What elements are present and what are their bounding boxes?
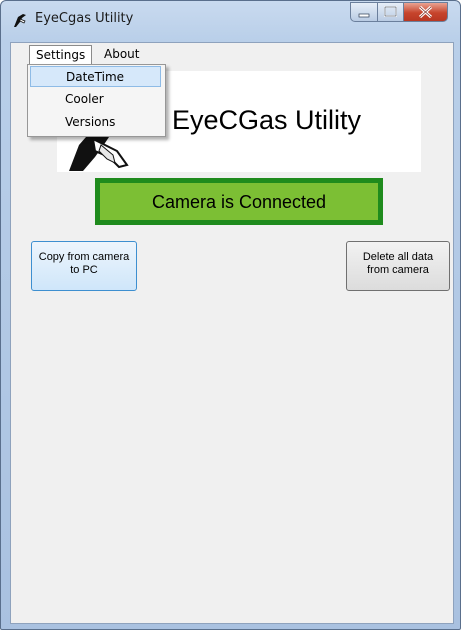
maximize-button[interactable] bbox=[377, 2, 404, 22]
camera-status-indicator: Camera is Connected bbox=[95, 178, 383, 225]
camera-status-text: Camera is Connected bbox=[151, 192, 327, 212]
delete-button-line2: from camera bbox=[367, 264, 429, 276]
window-title: EyeCgas Utility bbox=[35, 11, 134, 26]
copy-from-camera-button[interactable]: Copy from camera to PC bbox=[31, 241, 137, 291]
copy-button-line2: to PC bbox=[70, 264, 98, 276]
menu-settings[interactable]: Settings bbox=[29, 45, 93, 64]
menu-about[interactable]: About bbox=[98, 45, 145, 63]
menu-item-datetime[interactable]: DateTime bbox=[30, 66, 161, 87]
delete-button-line1: Delete all data bbox=[362, 251, 434, 263]
menu-item-cooler-label: Cooler bbox=[65, 92, 104, 106]
settings-dropdown-menu: DateTime Cooler Versions bbox=[27, 64, 166, 137]
menu-item-versions[interactable]: Versions bbox=[30, 112, 161, 133]
menu-item-cooler[interactable]: Cooler bbox=[30, 89, 161, 110]
minimize-button[interactable] bbox=[350, 2, 378, 22]
menu-item-datetime-label: DateTime bbox=[66, 70, 125, 84]
close-icon bbox=[418, 5, 433, 19]
title-bar[interactable]: EyeCgas Utility bbox=[1, 1, 460, 39]
delete-all-data-button[interactable]: Delete all data from camera bbox=[346, 241, 450, 291]
copy-button-line1: Copy from camera bbox=[38, 251, 130, 263]
bird-logo-icon bbox=[14, 14, 26, 27]
close-button[interactable] bbox=[403, 2, 448, 22]
logo-text: EyeCGas Utility bbox=[172, 105, 362, 135]
minimize-icon bbox=[358, 13, 370, 18]
app-window: EyeCgas Utility Settings About EyeCGas U… bbox=[0, 0, 461, 630]
menu-bar: Settings About bbox=[11, 43, 453, 65]
menu-item-versions-label: Versions bbox=[65, 115, 116, 129]
maximize-icon bbox=[384, 6, 397, 17]
